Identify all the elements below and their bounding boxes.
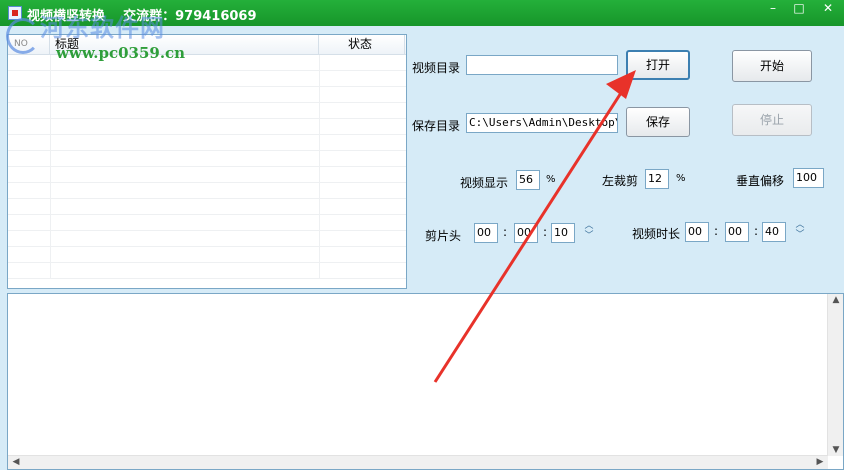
display-unit: % xyxy=(546,174,556,185)
list-row xyxy=(8,247,406,263)
display-label: 视频显示 xyxy=(460,176,509,190)
list-row xyxy=(8,183,406,199)
duration-sep-1: : xyxy=(714,224,719,238)
list-row xyxy=(8,167,406,183)
chevron-up-icon[interactable]: ︿ xyxy=(792,220,808,230)
video-dir-input[interactable] xyxy=(466,55,618,75)
list-row xyxy=(8,263,406,279)
watermark-text: 河东软件网 xyxy=(40,13,165,42)
chevron-down-icon[interactable]: ﹀ xyxy=(792,230,808,240)
video-dir-label: 视频目录 xyxy=(412,61,461,75)
maximize-button[interactable]: □ xyxy=(786,0,812,18)
clip-head-sep-1: : xyxy=(503,225,508,239)
scroll-right-icon[interactable]: ▶ xyxy=(812,457,828,467)
scroll-down-icon[interactable]: ▼ xyxy=(828,445,844,455)
close-button[interactable]: ✕ xyxy=(815,0,841,18)
log-textarea[interactable]: ▲ ▼ ◀ ▶ xyxy=(7,293,844,470)
save-dir-input[interactable]: C:\Users\Admin\Desktop\as xyxy=(466,113,618,133)
watermark-logo xyxy=(6,18,40,54)
list-row xyxy=(8,199,406,215)
list-row xyxy=(8,71,406,87)
list-row xyxy=(8,119,406,135)
clip-head-spinner[interactable]: ︿ ﹀ xyxy=(581,221,597,243)
list-row xyxy=(8,103,406,119)
list-row xyxy=(8,151,406,167)
crop-left-input[interactable]: 12 xyxy=(645,169,669,189)
chevron-up-icon[interactable]: ︿ xyxy=(581,221,597,231)
vertical-shift-input[interactable]: 100 xyxy=(793,168,824,188)
vertical-scrollbar[interactable]: ▲ ▼ xyxy=(827,294,843,456)
list-row xyxy=(8,215,406,231)
horizontal-scrollbar[interactable]: ◀ ▶ xyxy=(8,455,828,469)
list-row xyxy=(8,87,406,103)
open-button[interactable]: 打开 xyxy=(626,50,690,80)
crop-left-unit: % xyxy=(676,173,686,184)
stop-button[interactable]: 停止 xyxy=(732,104,812,136)
clip-head-second-input[interactable]: 10 xyxy=(551,223,575,243)
vertical-shift-label: 垂直偏移 xyxy=(736,174,785,188)
clip-head-label: 剪片头 xyxy=(425,229,462,243)
crop-left-label: 左裁剪 xyxy=(602,174,639,188)
clip-head-hour-input[interactable]: 00 xyxy=(474,223,498,243)
save-dir-label: 保存目录 xyxy=(412,119,461,133)
duration-minute-input[interactable]: 00 xyxy=(725,222,749,242)
duration-spinner[interactable]: ︿ ﹀ xyxy=(792,220,808,242)
watermark-url: www.pc0359.cn xyxy=(56,44,186,62)
list-body[interactable] xyxy=(8,55,406,288)
start-button[interactable]: 开始 xyxy=(732,50,812,82)
minimize-button[interactable]: – xyxy=(760,0,786,18)
column-header-status[interactable]: 状态 xyxy=(319,35,405,55)
duration-sep-2: : xyxy=(754,224,759,238)
duration-label: 视频时长 xyxy=(632,227,681,241)
main-panel: NO 标题 状态 视频目录 打开 开始 保存目录 C:\Users\Admin\… xyxy=(0,26,844,470)
list-row xyxy=(8,135,406,151)
duration-second-input[interactable]: 40 xyxy=(762,222,786,242)
task-list[interactable]: NO 标题 状态 xyxy=(7,34,407,289)
duration-hour-input[interactable]: 00 xyxy=(685,222,709,242)
save-button[interactable]: 保存 xyxy=(626,107,690,137)
clip-head-minute-input[interactable]: 00 xyxy=(514,223,538,243)
list-row xyxy=(8,231,406,247)
chevron-down-icon[interactable]: ﹀ xyxy=(581,231,597,241)
clip-head-sep-2: : xyxy=(543,225,548,239)
display-input[interactable]: 56 xyxy=(516,170,540,190)
scroll-left-icon[interactable]: ◀ xyxy=(8,457,24,467)
scroll-up-icon[interactable]: ▲ xyxy=(828,295,844,305)
